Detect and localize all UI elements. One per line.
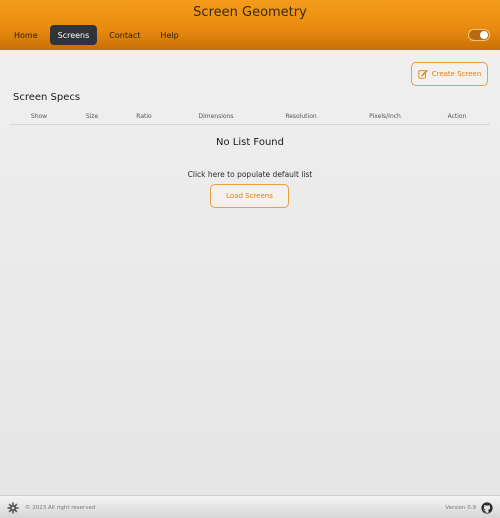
app-header: Screen Geometry Home Screens Contact Hel…	[0, 0, 500, 50]
toggle-knob	[480, 31, 488, 39]
main-nav: Home Screens Contact Help	[6, 25, 187, 45]
table-header: Show Size Ratio Dimensions Resolution Pi…	[10, 111, 490, 125]
version-text: Version 0.9	[445, 505, 476, 511]
empty-state-hint: Click here to populate default list	[187, 170, 313, 179]
nav-home[interactable]: Home	[6, 25, 46, 45]
github-icon[interactable]	[481, 502, 493, 514]
column-header-resolution: Resolution	[285, 113, 317, 120]
create-screen-button[interactable]: Create Screen	[411, 62, 488, 86]
column-header-action: Action	[447, 113, 467, 120]
nav-help[interactable]: Help	[152, 25, 186, 45]
column-header-show: Show	[30, 113, 48, 120]
app-title: Screen Geometry	[193, 5, 307, 20]
main-content: Create Screen Screen Specs Show Size Rat…	[0, 50, 500, 495]
column-header-ratio: Ratio	[136, 113, 152, 120]
theme-toggle[interactable]	[468, 29, 490, 41]
nav-contact[interactable]: Contact	[101, 25, 148, 45]
app-footer: © 2023 All right reserved Version 0.9	[0, 495, 500, 518]
empty-state-title: No List Found	[216, 137, 284, 148]
copyright-text: © 2023 All right reserved	[25, 505, 96, 511]
column-header-pixels-per-inch: Pixels/Inch	[369, 113, 401, 120]
edit-icon	[418, 69, 428, 79]
gear-icon	[7, 502, 19, 514]
create-screen-label: Create Screen	[431, 70, 482, 78]
nav-screens[interactable]: Screens	[49, 25, 98, 45]
section-title: Screen Specs	[13, 92, 81, 103]
column-header-size: Size	[85, 113, 99, 120]
column-header-dimensions: Dimensions	[198, 113, 234, 120]
load-screens-button[interactable]: Load Screens	[210, 184, 289, 208]
